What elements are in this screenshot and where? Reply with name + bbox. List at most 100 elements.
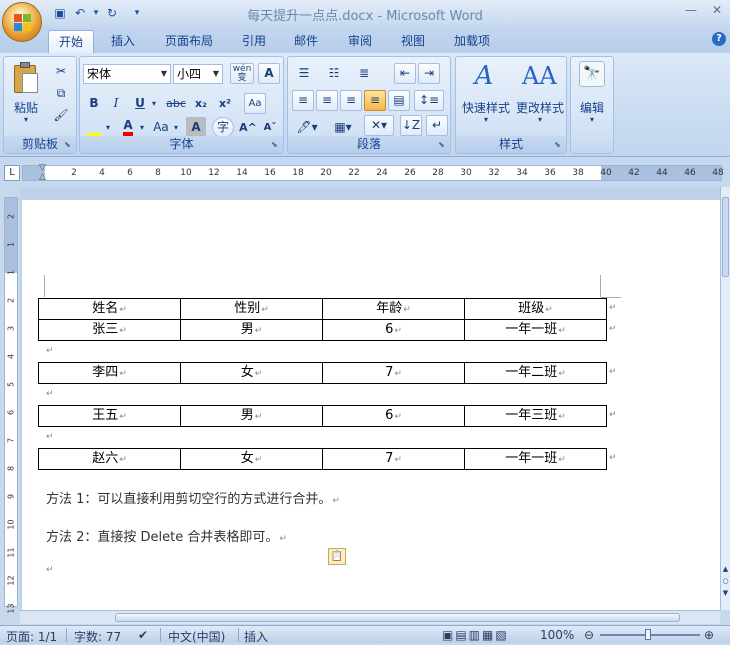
quick-styles-dropdown-icon[interactable]: ▾ [458,115,514,124]
increase-indent-icon[interactable]: ⇥ [418,63,440,84]
underline-button[interactable]: U [130,93,150,114]
table-cell[interactable]: 姓名↵ [38,298,181,320]
font-launcher-icon[interactable]: ⬊ [271,141,280,150]
align-center-icon[interactable]: ≡ [316,90,338,111]
font-color-button[interactable]: A [118,115,138,136]
zoom-slider-thumb[interactable] [645,629,651,640]
table-cell[interactable]: 7↵ [322,448,465,470]
tab-page-layout[interactable]: 页面布局 [158,30,220,53]
strikethrough-button[interactable]: abc [164,93,188,114]
paragraph-method-2[interactable]: 方法 2：直接按 Delete 合并表格即可。↵ [46,526,287,545]
close-button[interactable]: ✕ [704,0,730,20]
decrease-indent-icon[interactable]: ⇤ [394,63,416,84]
distributed-icon[interactable]: ▤ [388,90,410,111]
table-cell[interactable]: 性别↵ [180,298,323,320]
change-styles-icon[interactable]: AA [522,61,557,91]
sort-icon[interactable]: ↓Z [400,115,422,136]
table-cell[interactable]: 6↵ [322,405,465,427]
editing-dropdown-icon[interactable]: ▾ [571,115,613,124]
subscript-button[interactable]: x₂ [190,93,212,114]
office-button[interactable] [2,2,42,42]
horizontal-ruler[interactable]: ▽ △ 2 4 6 8 10 12 14 16 18 20 22 24 26 28 30 32 34 36 38 40 4… [22,164,724,182]
status-insert-mode[interactable]: 插入 [244,628,268,645]
tab-review[interactable]: 审阅 [340,30,380,53]
change-styles-button[interactable]: 更改样式 [512,99,568,116]
table-cell[interactable]: 赵六↵ [38,448,181,470]
paragraph-method-1[interactable]: 方法 1：可以直接利用剪切空行的方式进行合并。↵ [46,488,340,507]
change-case-button[interactable]: Aa [150,117,172,138]
scroll-thumb[interactable] [722,197,729,277]
table-cell[interactable]: 一年一班↵ [464,448,607,470]
font-size-dropdown-icon[interactable]: ▼ [210,65,222,83]
paragraph-launcher-icon[interactable]: ⬊ [438,141,447,150]
paste-icon[interactable] [12,61,40,97]
quick-styles-button[interactable]: 快速样式 [458,99,514,116]
zoom-out-icon[interactable]: ⊖ [584,628,594,642]
browse-object-icon[interactable]: ○ [721,577,730,585]
vertical-ruler[interactable]: 211234567891011121314 [4,197,18,642]
font-name-combo[interactable]: 宋体 ▼ [83,64,171,84]
tab-addins[interactable]: 加载项 [446,30,498,53]
styles-launcher-icon[interactable]: ⬊ [554,141,563,150]
font-name-dropdown-icon[interactable]: ▼ [158,65,170,83]
editing-button[interactable]: 编辑 [571,99,613,116]
table-cell[interactable]: 一年三班↵ [464,405,607,427]
shading-icon[interactable]: 🖊▾ [292,117,322,138]
tab-mailings[interactable]: 邮件 [286,30,326,53]
table-cell[interactable]: 张三↵ [38,319,181,341]
zoom-in-icon[interactable]: ⊕ [704,628,714,642]
next-page-icon[interactable]: ▼ [721,589,730,597]
find-icon[interactable]: 🔭 [579,61,605,87]
paste-button[interactable]: 粘贴 [8,99,44,116]
indent-marker-icon[interactable]: ▽ △ [39,164,49,182]
horizontal-scroll-thumb[interactable] [115,613,680,622]
show-marks-icon[interactable]: ↵ [426,115,448,136]
table-cell[interactable]: 一年一班↵ [464,319,607,341]
table-cell[interactable]: 女↵ [180,362,323,384]
bullets-icon[interactable]: ☰ [292,63,316,84]
text-highlight-icon[interactable] [84,117,104,138]
view-buttons[interactable]: ▣▤▥▦▧ [442,628,509,642]
table-cell[interactable]: 7↵ [322,362,465,384]
shrink-font-button[interactable]: Aˇ [260,117,280,138]
bold-button[interactable]: B [84,93,104,114]
horizontal-scrollbar[interactable] [20,610,720,624]
tab-home[interactable]: 开始 [48,30,94,53]
tab-insert[interactable]: 插入 [103,30,143,53]
numbering-icon[interactable]: ☷ [322,63,346,84]
italic-button[interactable]: I [106,93,126,114]
tab-view[interactable]: 视图 [393,30,433,53]
status-page[interactable]: 页面: 1/1 [6,628,57,645]
status-language[interactable]: 中文(中国) [168,628,225,645]
table-cell[interactable]: 年龄↵ [322,298,465,320]
character-border-button[interactable]: A [258,63,280,84]
table-cell[interactable]: 一年二班↵ [464,362,607,384]
highlight-dropdown-icon[interactable]: ▾ [104,117,112,138]
paste-dropdown-icon[interactable]: ▾ [8,115,44,124]
status-words[interactable]: 字数: 77 [74,628,121,645]
status-zoom[interactable]: 100% [540,628,574,642]
table-cell[interactable]: 男↵ [180,319,323,341]
tab-references[interactable]: 引用 [234,30,274,53]
vertical-scrollbar[interactable]: ▲ ○ ▼ [720,187,730,610]
table-cell[interactable]: 李四↵ [38,362,181,384]
justify-icon[interactable]: ≡ [364,90,386,111]
enclose-characters-button[interactable]: 字 [212,117,234,138]
font-size-combo[interactable]: 小四 ▼ [173,64,223,84]
grow-font-button[interactable]: A^ [238,117,258,138]
table-cell[interactable]: 王五↵ [38,405,181,427]
clipboard-launcher-icon[interactable]: ⬊ [64,141,73,150]
help-icon[interactable]: ? [712,32,726,46]
table-cell[interactable]: 男↵ [180,405,323,427]
prev-page-icon[interactable]: ▲ [721,565,730,573]
table-cell[interactable]: 女↵ [180,448,323,470]
clear-formatting-button[interactable]: Aa [244,93,266,114]
tab-stop-selector[interactable]: L [4,165,20,181]
table-cell[interactable]: 班级↵ [464,298,607,320]
cut-icon[interactable]: ✂ [50,61,72,82]
align-right-icon[interactable]: ≡ [340,90,362,111]
change-styles-dropdown-icon[interactable]: ▾ [512,115,568,124]
paste-options-icon[interactable]: 📋 [328,548,346,565]
format-painter-icon[interactable]: 🖌 [50,105,72,126]
borders-icon[interactable]: ▦▾ [328,117,358,138]
